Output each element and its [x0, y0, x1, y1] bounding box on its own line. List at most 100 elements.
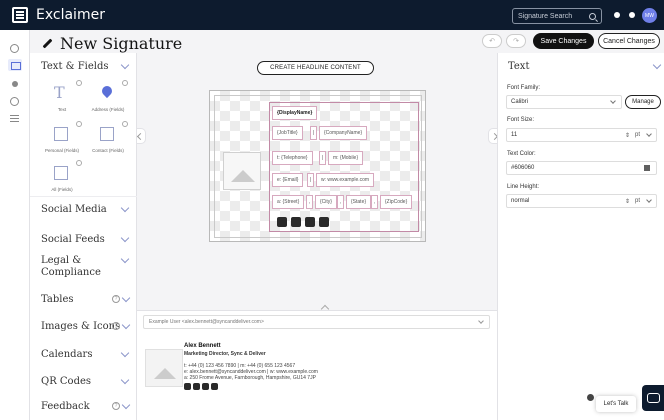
comma-field: , [337, 195, 345, 209]
search-icon[interactable] [589, 12, 596, 20]
redo-button[interactable]: ↷ [506, 34, 526, 48]
telephone-field[interactable]: t: {Telephone} [272, 151, 313, 165]
signature-search-input[interactable]: Signature Search [512, 8, 602, 24]
chevron-down-icon[interactable] [121, 320, 131, 330]
job-title-field[interactable]: {JobTitle} [272, 126, 303, 140]
home-icon[interactable] [10, 44, 19, 53]
font-size-input[interactable]: 11 ⇕ pt [506, 128, 657, 142]
menu-icon[interactable] [10, 115, 19, 122]
company-name-field[interactable]: {CompanyName} [319, 126, 368, 140]
stepper-icon[interactable]: ⇕ [625, 132, 630, 139]
help-icon[interactable]: ? [112, 402, 120, 410]
tile-all[interactable]: All (Fields) [42, 160, 82, 194]
globe-icon[interactable] [10, 97, 19, 106]
brand-name: Exclaimer [36, 7, 105, 23]
image-placeholder[interactable] [223, 152, 261, 190]
separator-field: | [310, 126, 318, 140]
info-icon[interactable] [76, 80, 82, 86]
section-text-fields[interactable]: Text & Fields [41, 61, 109, 72]
email-field[interactable]: e: {Email} [272, 173, 304, 187]
tile-contact[interactable]: Contact (Fields) [88, 121, 128, 155]
line-height-input[interactable]: normal ⇕ pt [506, 194, 657, 208]
example-user-select[interactable]: Example User <alex.bennett@syncanddelive… [143, 315, 490, 329]
section-calendars[interactable]: Calendars [41, 349, 92, 360]
info-icon[interactable] [122, 121, 128, 127]
instagram-icon[interactable] [202, 383, 209, 390]
stepper-icon[interactable]: ⇕ [625, 198, 630, 205]
dot-icon[interactable] [12, 81, 18, 87]
font-size-unit[interactable]: pt [635, 132, 640, 138]
font-family-select[interactable]: Calibri [506, 95, 622, 109]
street-field[interactable]: a: {Street} [272, 195, 305, 209]
info-icon[interactable] [122, 80, 128, 86]
section-images-icons[interactable]: Images & Icons [41, 321, 120, 332]
chevron-down-icon[interactable] [646, 131, 652, 137]
chevron-down-icon[interactable] [120, 233, 130, 243]
section-feedback[interactable]: Feedback [41, 401, 90, 412]
chevron-down-icon[interactable] [610, 98, 616, 104]
avatar[interactable]: MW [642, 8, 657, 23]
chevron-down-icon[interactable] [646, 197, 652, 203]
chat-icon[interactable] [642, 385, 664, 411]
create-headline-button[interactable]: CREATE HEADLINE CONTENT [257, 61, 374, 75]
field-group[interactable] [269, 102, 419, 232]
x-twitter-icon[interactable] [291, 217, 301, 227]
page-title-text: New Signature [60, 34, 183, 53]
chevron-down-icon[interactable] [478, 318, 484, 324]
chevron-down-icon[interactable] [120, 60, 130, 70]
manage-fonts-button[interactable]: Manage [625, 95, 661, 109]
tile-personal[interactable]: Personal (Fields) [42, 121, 82, 155]
color-swatch[interactable] [644, 165, 650, 171]
instagram-icon[interactable] [305, 217, 315, 227]
line-height-unit[interactable]: pt [635, 198, 640, 204]
preview-image [145, 349, 183, 387]
preview-address-line: a: 250 Frome Avenue, Farnborough, Hampsh… [184, 375, 316, 381]
linkedin-icon[interactable] [319, 217, 329, 227]
collapse-right-panel-handle[interactable] [488, 128, 497, 144]
text-color-input[interactable]: #606060 [506, 161, 657, 175]
signature-layout[interactable]: {DisplayName} {JobTitle} | {CompanyName}… [214, 95, 422, 238]
save-button[interactable]: Save Changes [533, 33, 594, 49]
chevron-down-icon[interactable] [120, 348, 130, 358]
city-field[interactable]: {City} [315, 195, 337, 209]
close-chat-icon[interactable] [587, 394, 594, 401]
mobile-field[interactable]: m: {Mobile} [328, 151, 364, 165]
chevron-down-icon[interactable] [652, 60, 662, 70]
signatures-icon[interactable] [8, 59, 22, 71]
help-icon[interactable]: ? [112, 295, 120, 303]
chevron-down-icon[interactable] [120, 254, 130, 264]
tile-text[interactable]: T Text [42, 80, 82, 114]
info-icon[interactable] [76, 121, 82, 127]
section-legal[interactable]: Legal & Compliance [41, 255, 101, 279]
info-icon[interactable] [76, 160, 82, 166]
section-qr-codes[interactable]: QR Codes [41, 376, 91, 387]
chevron-down-icon[interactable] [121, 293, 131, 303]
help-icon[interactable]: ? [112, 322, 120, 330]
chevron-down-icon[interactable] [121, 400, 131, 410]
display-name-field[interactable]: {DisplayName} [272, 106, 318, 120]
state-field[interactable]: {State} [346, 195, 372, 209]
collapse-left-panel-handle[interactable] [137, 128, 146, 144]
facebook-icon[interactable] [184, 383, 191, 390]
section-social-media[interactable]: Social Media [41, 204, 107, 215]
text-color-label: Text Color: [507, 151, 536, 157]
signature-canvas: {DisplayName} {JobTitle} | {CompanyName}… [209, 90, 426, 242]
settings-icon[interactable] [629, 12, 635, 18]
separator-field: | [319, 151, 327, 165]
lets-talk-bubble[interactable]: Let's Talk [596, 396, 636, 412]
text-icon: T [54, 83, 65, 102]
x-twitter-icon[interactable] [193, 383, 200, 390]
website-field[interactable]: w: www.example.com [316, 173, 375, 187]
section-tables[interactable]: Tables [41, 294, 74, 305]
chevron-down-icon[interactable] [120, 375, 130, 385]
section-social-feeds[interactable]: Social Feeds [41, 234, 105, 245]
chevron-down-icon[interactable] [120, 203, 130, 213]
undo-button[interactable]: ↶ [482, 34, 502, 48]
tile-address[interactable]: Address (Fields) [88, 80, 128, 114]
zipcode-field[interactable]: {ZipCode} [380, 195, 413, 209]
cancel-button[interactable]: Cancel Changes [598, 33, 660, 49]
preview-name: Alex Bennett [184, 343, 221, 349]
linkedin-icon[interactable] [211, 383, 218, 390]
facebook-icon[interactable] [277, 217, 287, 227]
help-icon[interactable] [614, 12, 620, 18]
